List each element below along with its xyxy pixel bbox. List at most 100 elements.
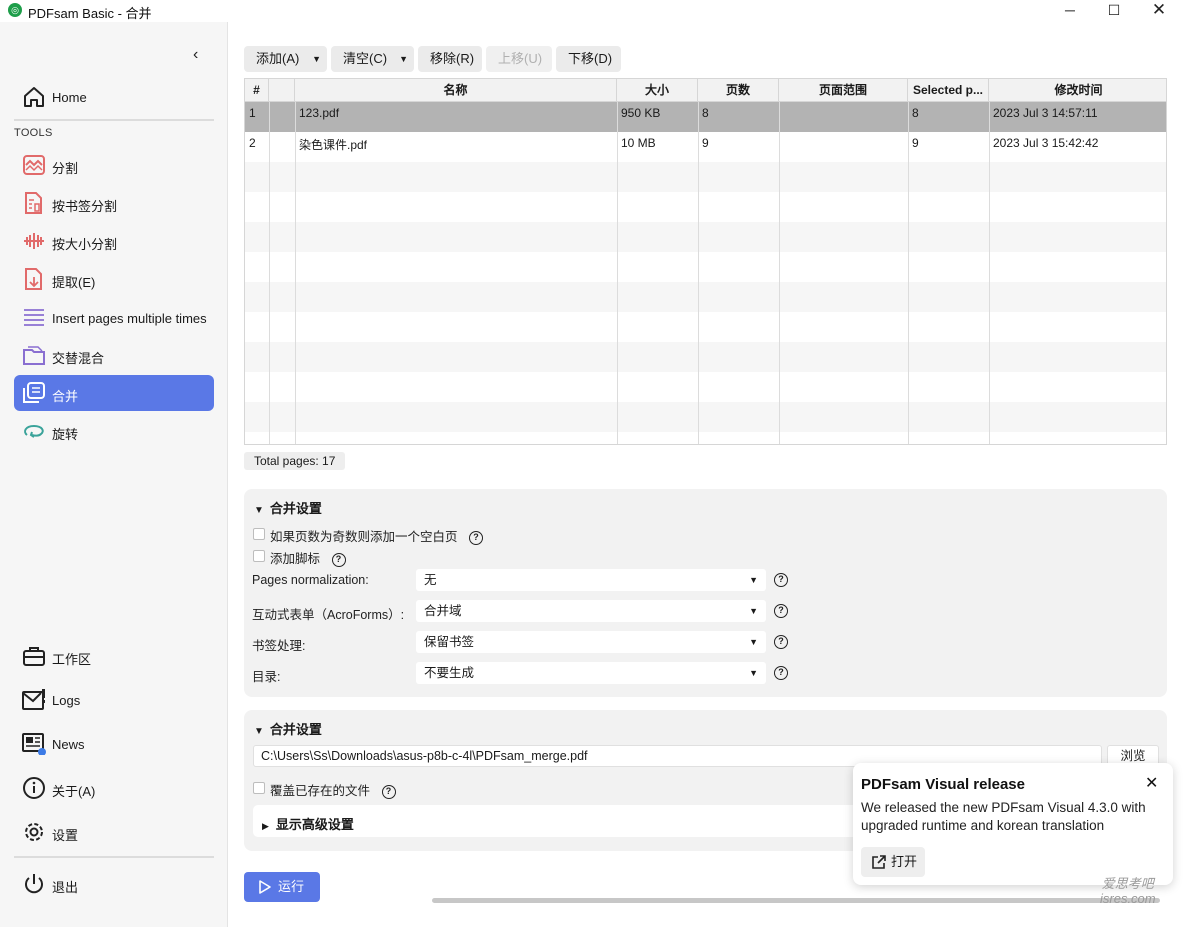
home-icon [24, 87, 44, 107]
sidebar-item-exit[interactable]: 退出 [14, 866, 214, 902]
advanced-settings-label: ▶ 显示高级设置 [262, 814, 354, 833]
sidebar-item-label: 按书签分割 [52, 199, 118, 214]
horizontal-scrollbar[interactable] [432, 898, 1160, 903]
help-icon[interactable]: ? [469, 530, 483, 545]
sidebar-item-label: Insert pages multiple times [52, 311, 207, 326]
sidebar-item-extract[interactable]: 提取(E) [14, 261, 214, 297]
toc-select[interactable]: 不要生成 ▼ [416, 662, 766, 684]
cell-selected-pages: 9 [912, 136, 919, 150]
sidebar-item-logs[interactable]: Logs [14, 682, 214, 718]
cell-page-range[interactable] [779, 132, 908, 162]
sidebar-item-label: Logs [52, 693, 81, 708]
workspace-icon [23, 647, 45, 666]
sidebar-item-label: News [52, 737, 85, 752]
sidebar-item-rotate[interactable]: 旋转 [14, 413, 214, 449]
output-settings-header[interactable]: ▼ 合并设置 [254, 719, 322, 738]
column-header-index[interactable]: # [245, 79, 269, 102]
rotate-icon [24, 424, 44, 438]
sidebar-item-insert-pages[interactable]: Insert pages multiple times [14, 300, 214, 336]
empty-row [245, 252, 1166, 282]
chevron-down-icon: ▼ [749, 637, 758, 647]
select-value: 不要生成 [424, 666, 475, 680]
add-button[interactable]: 添加(A) ▼ [244, 46, 327, 72]
column-divider [269, 102, 270, 444]
column-divider [617, 102, 618, 444]
notification-open-button[interactable]: 打开 [861, 847, 925, 877]
merge-settings-header[interactable]: ▼ 合并设置 [254, 498, 322, 517]
help-icon[interactable]: ? [381, 784, 396, 799]
notification-message: We released the new PDFsam Visual 4.3.0 … [861, 800, 1146, 833]
help-icon[interactable]: ? [774, 604, 788, 618]
cell-page-range[interactable] [779, 102, 908, 132]
blank-page-checkbox[interactable] [253, 528, 265, 540]
bookmarks-select[interactable]: 保留书签 ▼ [416, 631, 766, 653]
cell-selected-pages: 8 [912, 106, 919, 120]
empty-row [245, 312, 1166, 342]
help-icon[interactable]: ? [774, 573, 788, 587]
notification-close-icon[interactable]: ✕ [1145, 773, 1158, 793]
move-down-button[interactable]: 下移(D) [556, 46, 621, 72]
chevron-down-icon: ▼ [399, 54, 408, 64]
sidebar-item-workspace[interactable]: 工作区 [14, 638, 214, 674]
alternate-mix-icon [23, 346, 45, 365]
column-header-selected-pages[interactable]: Selected p... [908, 79, 989, 102]
tools-section-label: TOOLS [14, 127, 53, 139]
acroforms-label: 互动式表单（AcroForms）: [252, 608, 405, 622]
sidebar-item-label: 旋转 [52, 427, 79, 442]
overwrite-label: 覆盖已存在的文件 ? [270, 780, 396, 799]
sidebar-item-merge[interactable]: 合并 [14, 375, 214, 411]
chevron-down-icon: ▼ [749, 668, 758, 678]
sidebar-item-label: 分割 [52, 161, 79, 176]
column-header-blank[interactable] [269, 79, 295, 102]
run-button[interactable]: 运行 [244, 872, 320, 902]
column-header-name[interactable]: 名称 [295, 79, 617, 102]
sidebar-item-label: 提取(E) [52, 275, 96, 290]
table-row[interactable]: 1 123.pdf 950 KB 8 8 2023 Jul 3 14:57:11 [245, 102, 1166, 132]
column-header-pages[interactable]: 页数 [698, 79, 779, 102]
sidebar-item-split-by-bookmarks[interactable]: 按书签分割 [14, 185, 214, 221]
sidebar-item-label: 合并 [52, 389, 79, 404]
close-window-button[interactable]: ✕ [1136, 0, 1182, 22]
table-row[interactable]: 2 染色课件.pdf 10 MB 9 9 2023 Jul 3 15:42:42 [245, 132, 1166, 162]
help-icon[interactable]: ? [331, 552, 346, 567]
footer-checkbox[interactable] [253, 550, 265, 562]
collapse-sidebar-button[interactable]: ‹ [193, 46, 198, 64]
sidebar-item-split-by-size[interactable]: 按大小分割 [14, 223, 214, 259]
chevron-down-icon: ▼ [749, 575, 758, 585]
column-header-page-range[interactable]: 页面范围 [779, 79, 908, 102]
column-header-modified[interactable]: 修改时间 [989, 79, 1166, 102]
normalization-select[interactable]: 无 ▼ [416, 569, 766, 591]
clear-button[interactable]: 清空(C) ▼ [331, 46, 414, 72]
acroforms-select[interactable]: 合并域 ▼ [416, 600, 766, 622]
column-header-size[interactable]: 大小 [617, 79, 698, 102]
sidebar-item-home[interactable]: Home [14, 79, 214, 115]
move-up-button[interactable]: 上移(U) [486, 46, 552, 72]
news-icon [22, 733, 46, 755]
sidebar-item-label: 按大小分割 [52, 237, 118, 252]
sidebar-item-alternate-mix[interactable]: 交替混合 [14, 337, 214, 373]
help-icon[interactable]: ? [774, 635, 788, 649]
clear-button-label: 清空(C) [343, 51, 388, 66]
sidebar-item-news[interactable]: News [14, 726, 214, 762]
overwrite-checkbox[interactable] [253, 782, 265, 794]
sidebar-item-about[interactable]: 关于(A) [14, 770, 214, 806]
file-table[interactable]: # 名称 大小 页数 页面范围 Selected p... 修改时间 1 123… [244, 78, 1167, 445]
cell-size: 10 MB [621, 136, 656, 150]
divider [14, 856, 214, 858]
collapse-triangle-icon: ▼ [254, 505, 264, 516]
remove-button[interactable]: 移除(R) [418, 46, 482, 72]
chevron-down-icon: ▼ [749, 606, 758, 616]
cell-modified: 2023 Jul 3 14:57:11 [993, 106, 1098, 120]
watermark-line: isres.com [1100, 891, 1156, 906]
maximize-button[interactable]: ☐ [1091, 0, 1137, 22]
add-button-label: 添加(A) [256, 51, 300, 66]
sidebar-item-settings[interactable]: 设置 [14, 814, 214, 850]
column-divider [779, 102, 780, 444]
minimize-button[interactable]: ─ [1047, 0, 1093, 22]
blank-page-text: 如果页数为奇数则添加一个空白页 [270, 530, 458, 544]
sidebar-item-split[interactable]: 分割 [14, 147, 214, 183]
insert-pages-icon [24, 309, 44, 326]
empty-row [245, 342, 1166, 372]
blank-page-label: 如果页数为奇数则添加一个空白页 ? [270, 526, 483, 545]
help-icon[interactable]: ? [774, 666, 788, 680]
